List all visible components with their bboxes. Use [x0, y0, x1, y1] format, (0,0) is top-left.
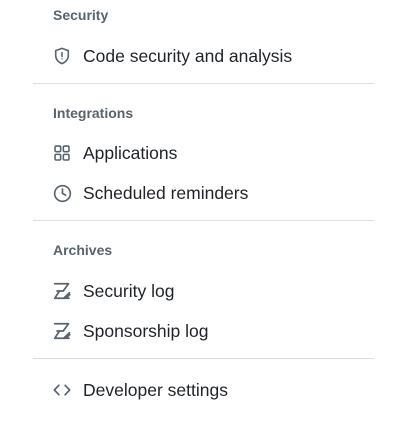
divider [33, 220, 374, 221]
section-heading-archives: Archives [53, 242, 113, 258]
divider [33, 83, 374, 84]
sidebar-item-label: Developer settings [83, 379, 228, 400]
shield-icon [52, 46, 72, 66]
divider [33, 358, 374, 359]
sidebar-item-applications[interactable]: Applications [44, 137, 374, 169]
sidebar-item-sponsorship-log[interactable]: Sponsorship log [44, 315, 374, 347]
apps-grid-icon [52, 143, 72, 163]
code-icon [52, 380, 72, 400]
sidebar-item-code-security-and-analysis[interactable]: Code security and analysis [44, 40, 374, 72]
log-icon [52, 321, 72, 341]
sidebar-item-label: Security log [83, 280, 175, 301]
section-heading-integrations: Integrations [53, 105, 134, 121]
sidebar-item-label: Sponsorship log [83, 320, 209, 341]
sidebar-item-scheduled-reminders[interactable]: Scheduled reminders [44, 177, 374, 209]
log-icon [52, 281, 72, 301]
sidebar-item-label: Code security and analysis [83, 45, 293, 66]
clock-icon [52, 183, 72, 203]
sidebar-item-label: Applications [83, 142, 178, 163]
sidebar-item-security-log[interactable]: Security log [44, 275, 374, 307]
sidebar-item-label: Scheduled reminders [83, 182, 249, 203]
sidebar-item-developer-settings[interactable]: Developer settings [44, 374, 374, 406]
section-heading-security: Security [53, 7, 109, 23]
